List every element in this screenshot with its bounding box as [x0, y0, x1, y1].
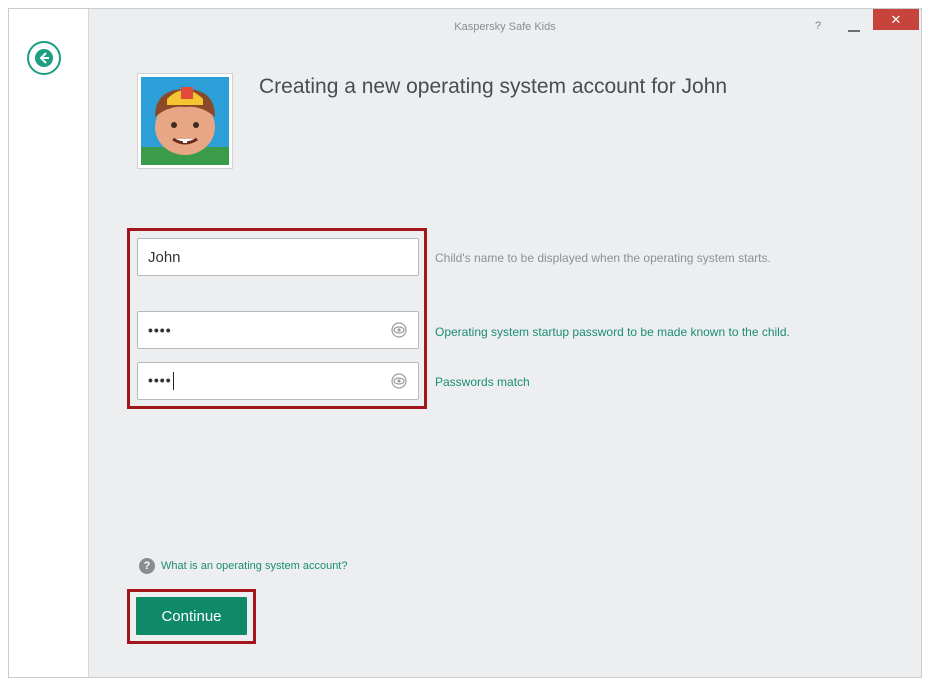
continue-button[interactable]: Continue — [136, 597, 247, 635]
os-account-help-text: What is an operating system account? — [161, 560, 348, 572]
eye-icon[interactable] — [390, 321, 408, 339]
back-arrow-icon — [35, 49, 53, 67]
child-name-hint: Child's name to be displayed when the op… — [435, 251, 771, 265]
child-name-field[interactable]: John — [137, 238, 419, 276]
confirm-password-field[interactable]: •••• — [137, 362, 419, 400]
confirm-password-value: •••• — [148, 371, 172, 388]
page-title: Creating a new operating system account … — [259, 75, 728, 98]
question-icon: ? — [139, 558, 155, 574]
os-account-help-link[interactable]: ? What is an operating system account? — [139, 558, 347, 574]
child-name-value: John — [148, 248, 181, 266]
window-title: Kaspersky Safe Kids — [454, 21, 556, 33]
help-button[interactable]: ? — [809, 17, 827, 35]
password-field[interactable]: •••• — [137, 311, 419, 349]
boy-avatar-icon — [141, 77, 229, 165]
close-button[interactable]: ✕ — [873, 9, 919, 30]
back-button[interactable] — [27, 41, 61, 75]
text-caret — [172, 372, 174, 391]
password-value: •••• — [148, 322, 172, 338]
minimize-button[interactable] — [843, 17, 865, 35]
child-avatar — [137, 73, 233, 169]
password-hint: Operating system startup password to be … — [435, 325, 790, 339]
passwords-match-hint: Passwords match — [435, 375, 530, 389]
sidebar — [9, 9, 89, 677]
eye-icon[interactable] — [390, 372, 408, 390]
app-window: Kaspersky Safe Kids ? ✕ Creating a new o… — [8, 8, 922, 678]
